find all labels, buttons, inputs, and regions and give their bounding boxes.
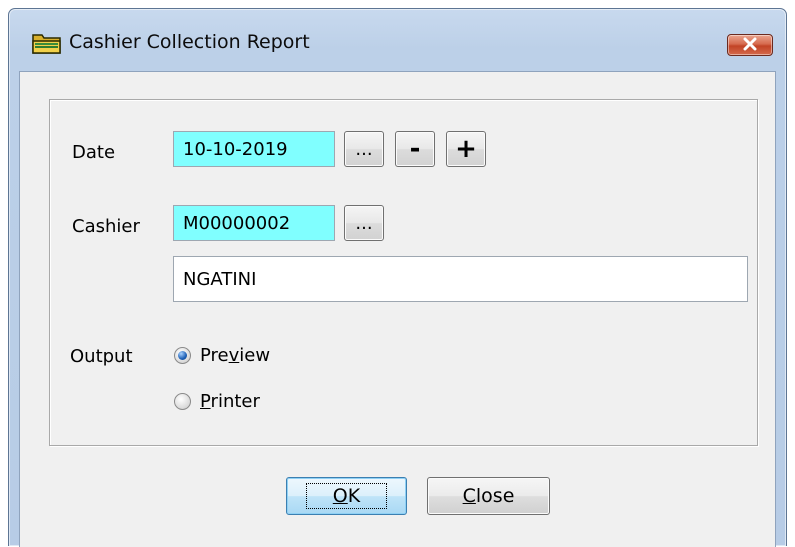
radio-preview[interactable]: Preview (174, 345, 270, 366)
date-browse-button[interactable]: ... (344, 131, 384, 167)
close-button-label: Close (462, 485, 515, 507)
close-icon (742, 35, 758, 56)
dialog-window: Cashier Collection Report Date 10-10-201… (8, 8, 787, 547)
window-title: Cashier Collection Report (69, 31, 310, 53)
cashier-code-input[interactable]: M00000002 (173, 205, 335, 241)
radio-printer-indicator[interactable] (174, 393, 191, 410)
date-increment-button[interactable]: + (446, 131, 486, 167)
dialog-body: Date 10-10-2019 ... - + Cashier M0000000… (19, 71, 776, 547)
date-input[interactable]: 10-10-2019 (173, 131, 335, 167)
ok-button-label: OK (305, 483, 388, 509)
radio-preview-label: Preview (200, 345, 271, 366)
date-label: Date (72, 142, 116, 163)
radio-printer[interactable]: Printer (174, 391, 260, 412)
report-options-group: Date 10-10-2019 ... - + Cashier M0000000… (49, 99, 758, 446)
date-decrement-button[interactable]: - (395, 131, 435, 167)
title-bar[interactable]: Cashier Collection Report (9, 9, 786, 71)
radio-preview-indicator[interactable] (174, 347, 191, 364)
output-label: Output (70, 346, 133, 367)
cashier-browse-button[interactable]: ... (344, 205, 384, 241)
close-button[interactable]: Close (427, 477, 550, 515)
radio-printer-label: Printer (200, 391, 260, 412)
folder-icon (32, 32, 62, 54)
ok-button[interactable]: OK (286, 477, 407, 515)
cashier-label: Cashier (72, 216, 140, 237)
cashier-name-field[interactable]: NGATINI (173, 256, 748, 302)
close-window-button[interactable] (727, 34, 773, 56)
